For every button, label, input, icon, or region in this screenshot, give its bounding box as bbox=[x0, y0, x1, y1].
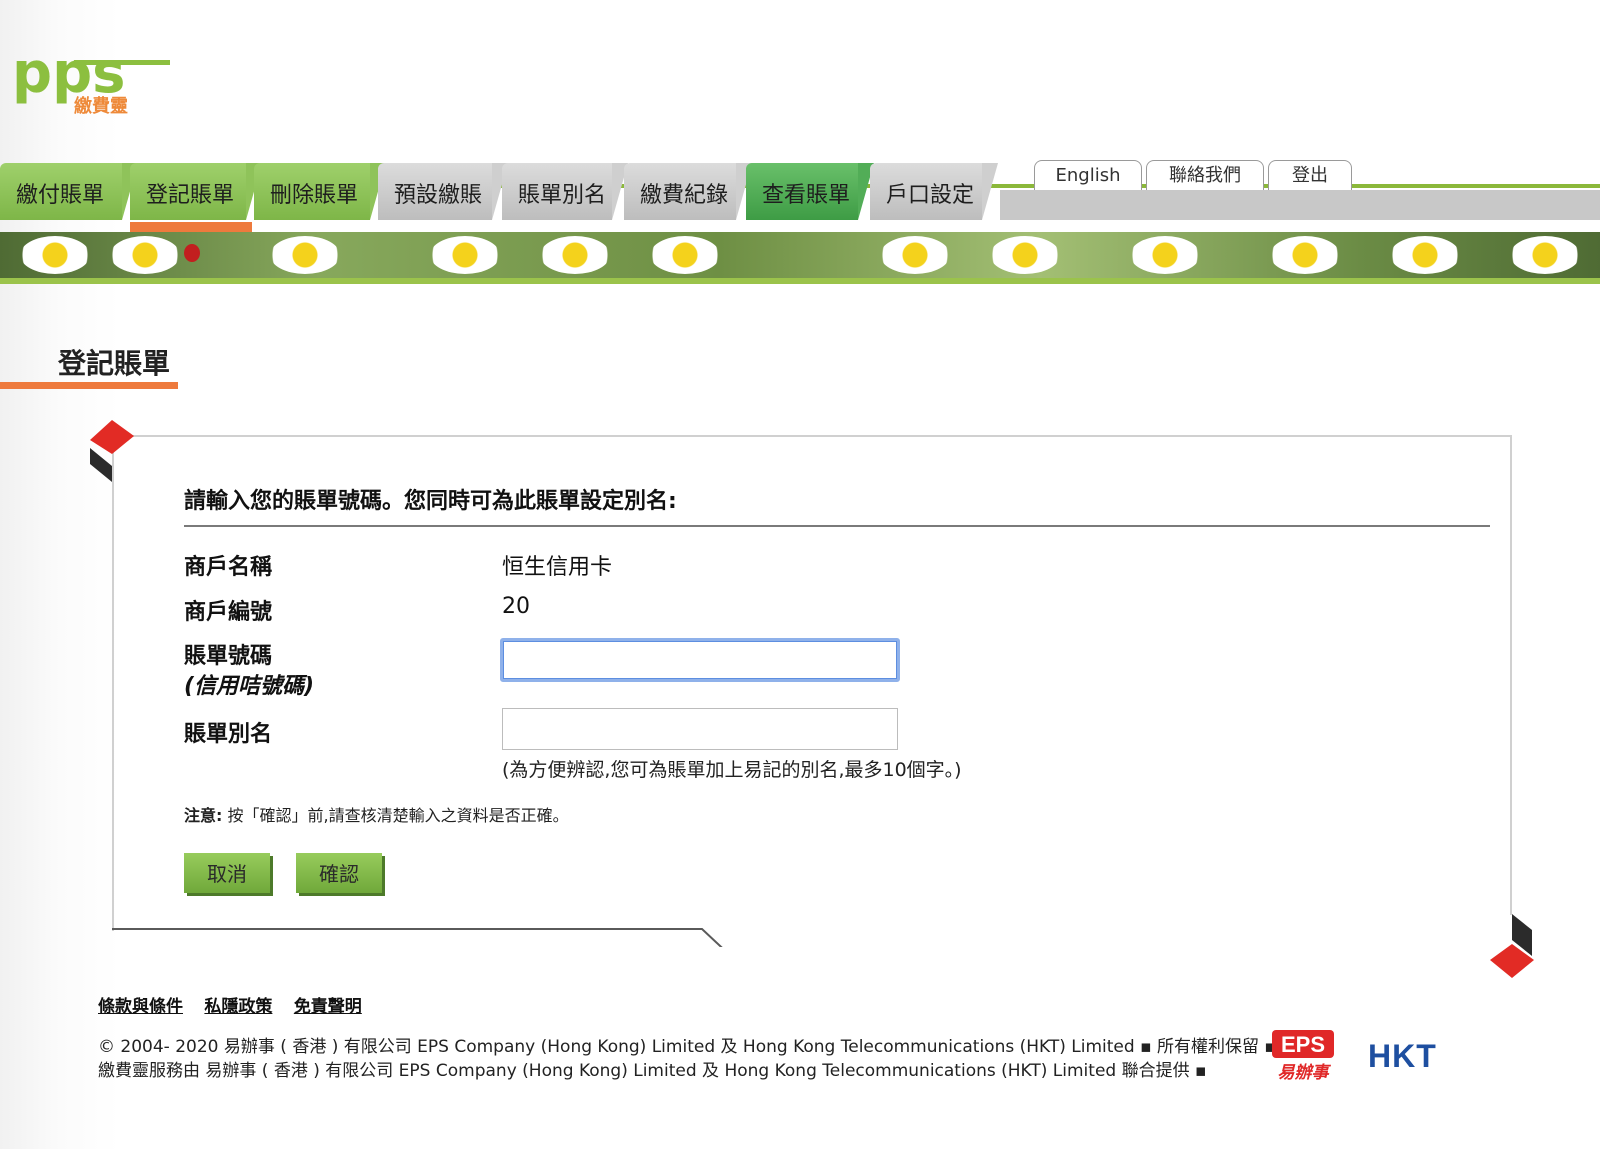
logout-link[interactable]: 登出 bbox=[1268, 160, 1352, 190]
merchant-name-value: 恒生信用卡 bbox=[502, 555, 613, 580]
privacy-policy-link[interactable]: 私隱政策 bbox=[204, 997, 272, 1017]
page-title-underline bbox=[0, 382, 178, 389]
terms-link[interactable]: 條款與條件 bbox=[98, 997, 183, 1017]
note-text: 按「確認」前,請查核清楚輸入之資料是否正確。 bbox=[222, 806, 569, 825]
merchant-name-label: 商戶名稱 bbox=[184, 555, 273, 580]
form-divider bbox=[184, 525, 1490, 527]
tabbar-strip bbox=[1000, 190, 1600, 220]
bill-alias-hint: (為方便辨認,您可為賬單加上易記的別名,最多10個字。) bbox=[502, 759, 962, 781]
tab-label: 繳費紀錄 bbox=[640, 183, 729, 208]
footer-links: 條款與條件 私隱政策 免責聲明 bbox=[98, 992, 378, 1017]
tab-account-settings[interactable]: 戶口設定 bbox=[870, 163, 998, 220]
eps-logo: EPS 易辦事 bbox=[1272, 1030, 1334, 1082]
ladybug-icon bbox=[184, 244, 200, 262]
tab-label: 戶口設定 bbox=[886, 183, 975, 208]
bill-alias-input[interactable] bbox=[502, 708, 898, 750]
tab-label: 登記賬單 bbox=[146, 183, 235, 208]
tab-bill-alias[interactable]: 賬單別名 bbox=[502, 163, 628, 220]
tab-delete-bill[interactable]: 刪除賬單 bbox=[254, 163, 386, 220]
tab-view-bills[interactable]: 查看賬單 bbox=[746, 163, 874, 220]
page-title: 登記賬單 bbox=[58, 347, 171, 380]
pps-logo-subtext: 繳費靈 bbox=[74, 95, 128, 117]
form-instruction: 請輸入您的賬單號碼。您同時可為此賬單設定別名: bbox=[184, 489, 677, 514]
util-tab-label: English bbox=[1055, 165, 1121, 186]
tab-register-bill[interactable]: 登記賬單 bbox=[130, 163, 262, 220]
merchant-number-label: 商戶編號 bbox=[184, 600, 273, 625]
hkt-logo: HKT bbox=[1368, 1038, 1437, 1074]
tab-preset-payment[interactable]: 預設繳賬 bbox=[378, 163, 508, 220]
tab-payment-records[interactable]: 繳費紀錄 bbox=[624, 163, 752, 220]
tab-pay-bills[interactable]: 繳付賬單 bbox=[0, 163, 138, 220]
flower-banner bbox=[0, 232, 1600, 278]
copyright-line-1: © 2004- 2020 易辦事 ( 香港 ) 有限公司 EPS Company… bbox=[98, 1037, 1276, 1057]
note-prefix: 注意: bbox=[184, 806, 223, 825]
language-english-link[interactable]: English bbox=[1034, 160, 1142, 190]
confirmation-note: 注意: 按「確認」前,請查核清楚輸入之資料是否正確。 bbox=[184, 802, 569, 826]
card-border-bottom bbox=[112, 928, 723, 947]
bill-number-input[interactable] bbox=[500, 638, 900, 682]
tab-label: 預設繳賬 bbox=[394, 183, 483, 208]
active-tab-indicator bbox=[130, 222, 252, 232]
copyright-line-2: 繳費靈服務由 易辦事 ( 香港 ) 有限公司 EPS Company (Hong… bbox=[98, 1061, 1207, 1081]
bill-number-sublabel: (信用咭號碼) bbox=[184, 674, 315, 699]
confirm-button[interactable]: 確認 bbox=[296, 853, 382, 893]
tab-label: 賬單別名 bbox=[518, 183, 607, 208]
banner-bottom-line bbox=[0, 278, 1600, 284]
card-border-right bbox=[1510, 435, 1512, 915]
pps-logo[interactable]: pps 繳費靈 bbox=[12, 41, 182, 120]
bill-number-label: 賬單號碼 bbox=[184, 644, 273, 669]
disclaimer-link[interactable]: 免責聲明 bbox=[294, 997, 362, 1017]
cancel-button[interactable]: 取消 bbox=[184, 853, 270, 893]
card-corner-decoration-icon bbox=[90, 420, 134, 482]
merchant-number-value: 20 bbox=[502, 594, 530, 619]
tab-label: 繳付賬單 bbox=[16, 183, 105, 208]
card-border-top bbox=[112, 435, 1512, 437]
card-border-left bbox=[112, 435, 114, 931]
util-tab-label: 聯絡我們 bbox=[1169, 165, 1241, 186]
util-tab-label: 登出 bbox=[1292, 165, 1328, 186]
card-corner-decoration-icon bbox=[1490, 914, 1534, 978]
contact-us-link[interactable]: 聯絡我們 bbox=[1146, 160, 1264, 190]
bill-alias-label: 賬單別名 bbox=[184, 722, 273, 747]
eps-logo-text: EPS bbox=[1281, 1032, 1325, 1057]
tab-label: 查看賬單 bbox=[762, 183, 851, 208]
eps-logo-subtext: 易辦事 bbox=[1278, 1063, 1332, 1082]
tab-label: 刪除賬單 bbox=[270, 183, 359, 208]
pps-logo-graphic: pps 繳費靈 bbox=[12, 41, 170, 117]
